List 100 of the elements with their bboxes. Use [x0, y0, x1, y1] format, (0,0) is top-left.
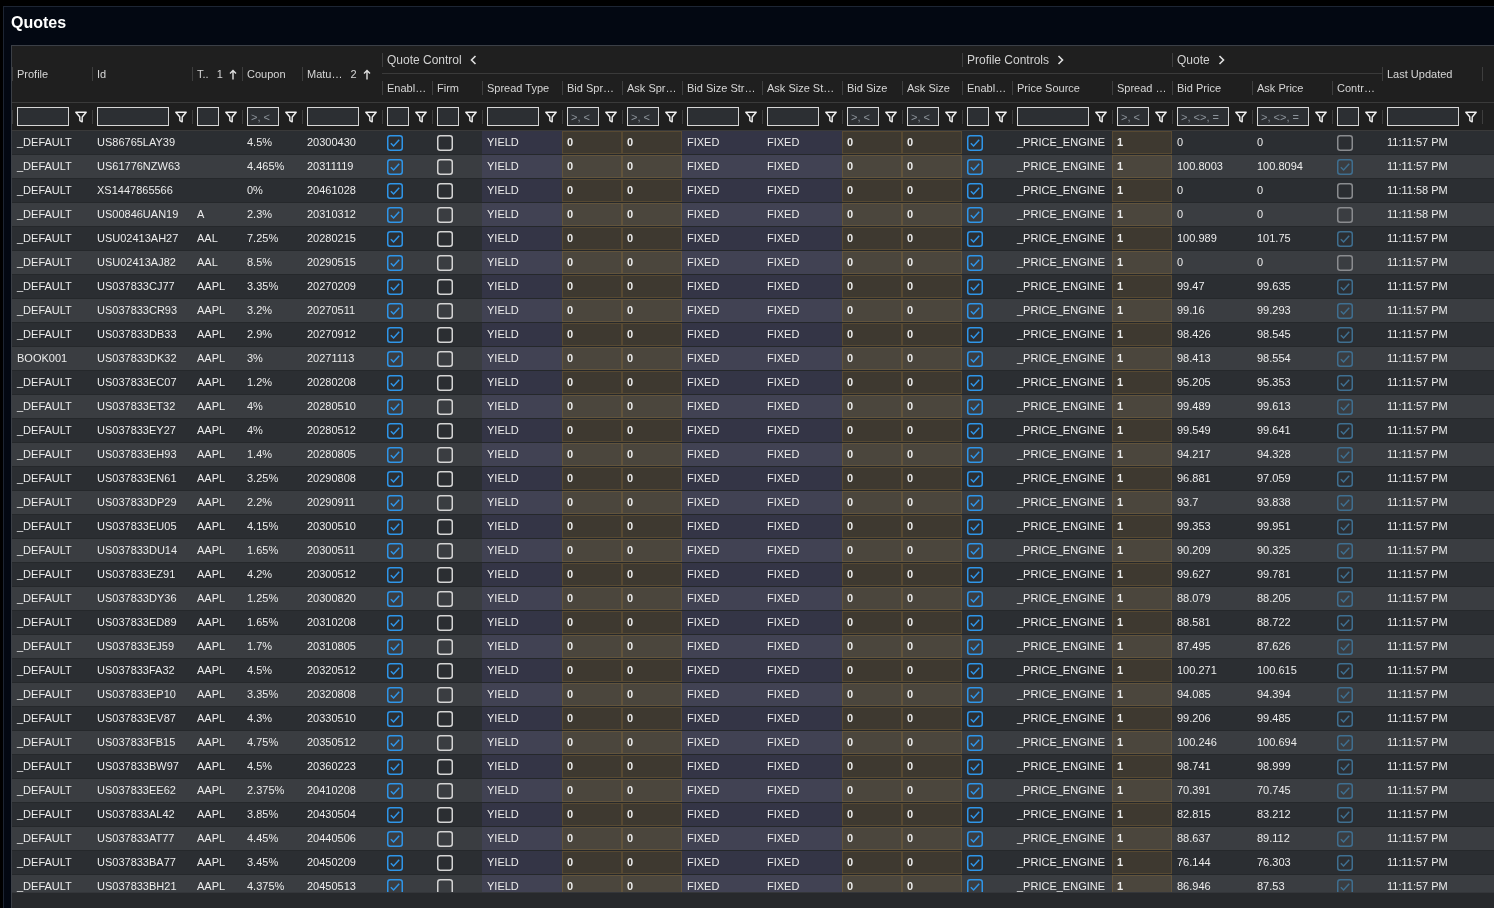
editable-cell[interactable]: YIELD	[482, 323, 562, 346]
editable-cell[interactable]: 0	[562, 611, 622, 634]
checkbox[interactable]	[967, 398, 983, 415]
editable-cell[interactable]: 0	[622, 731, 682, 754]
editable-cell[interactable]: 0	[842, 515, 902, 538]
checkbox[interactable]	[387, 854, 403, 871]
editable-cell[interactable]: FIXED	[762, 419, 842, 442]
filter-field[interactable]: >, <	[1117, 107, 1149, 126]
editable-cell[interactable]: YIELD	[482, 779, 562, 802]
editable-cell[interactable]: FIXED	[762, 803, 842, 826]
checkbox[interactable]	[967, 566, 983, 583]
editable-cell[interactable]: FIXED	[682, 203, 762, 226]
checkbox[interactable]	[967, 278, 983, 295]
editable-cell[interactable]: FIXED	[762, 563, 842, 586]
checkbox[interactable]	[437, 230, 453, 247]
checkbox[interactable]	[387, 758, 403, 775]
checkbox[interactable]	[967, 806, 983, 823]
editable-cell[interactable]: YIELD	[482, 875, 562, 892]
checkbox[interactable]	[387, 710, 403, 727]
editable-cell[interactable]: YIELD	[482, 683, 562, 706]
column-header[interactable]: Ask Size	[907, 79, 950, 97]
checkbox[interactable]	[437, 494, 453, 511]
editable-cell[interactable]: 0	[622, 875, 682, 892]
filter-field[interactable]: >, <	[907, 107, 939, 126]
editable-cell[interactable]: 0	[622, 755, 682, 778]
checkbox[interactable]	[967, 254, 983, 271]
editable-cell[interactable]: 0	[622, 395, 682, 418]
checkbox[interactable]	[437, 326, 453, 343]
checkbox[interactable]	[437, 374, 453, 391]
checkbox[interactable]	[437, 662, 453, 679]
editable-cell[interactable]: 1	[1112, 515, 1172, 538]
filter-icon[interactable]	[465, 110, 477, 123]
editable-cell[interactable]: 1	[1112, 827, 1172, 850]
editable-cell[interactable]: 0	[622, 851, 682, 874]
checkbox[interactable]	[967, 614, 983, 631]
table-row[interactable]: _DEFAULT US037833EV87 AAPL 4.3% 20330510 YIELD 0 0 FIXED FIXED 0 0 _PRICE_ENGINE 1 99.206 99.485 11:11:57 PM	[12, 707, 1494, 731]
filter-icon[interactable]	[225, 110, 237, 123]
editable-cell[interactable]: 0	[902, 251, 962, 274]
editable-cell[interactable]: 0	[562, 395, 622, 418]
editable-cell[interactable]: FIXED	[762, 467, 842, 490]
editable-cell[interactable]: 0	[842, 539, 902, 562]
table-row[interactable]: BOOK001 US037833DK32 AAPL 3% 20271113 YIELD 0 0 FIXED FIXED 0 0 _PRICE_ENGINE 1 98.413 98.554 11:11:57 PM	[12, 347, 1494, 371]
editable-cell[interactable]: 0	[842, 611, 902, 634]
checkbox[interactable]	[967, 182, 983, 199]
editable-cell[interactable]: YIELD	[482, 131, 562, 154]
table-row[interactable]: _DEFAULT US037833ET32 AAPL 4% 20280510 YIELD 0 0 FIXED FIXED 0 0 _PRICE_ENGINE 1 99.489 99.613 11:11:57 PM	[12, 395, 1494, 419]
editable-cell[interactable]: 1	[1112, 611, 1172, 634]
editable-cell[interactable]: 1	[1112, 227, 1172, 250]
filter-field[interactable]: >, <>, =	[1177, 107, 1229, 126]
editable-cell[interactable]: YIELD	[482, 755, 562, 778]
editable-cell[interactable]: 0	[562, 659, 622, 682]
editable-cell[interactable]: FIXED	[682, 659, 762, 682]
editable-cell[interactable]: YIELD	[482, 203, 562, 226]
checkbox[interactable]	[967, 758, 983, 775]
editable-cell[interactable]: 1	[1112, 731, 1172, 754]
editable-cell[interactable]: FIXED	[682, 371, 762, 394]
editable-cell[interactable]: 0	[842, 659, 902, 682]
filter-field[interactable]: >, <	[247, 107, 279, 126]
table-row[interactable]: _DEFAULT US037833FA32 AAPL 4.5% 20320512 YIELD 0 0 FIXED FIXED 0 0 _PRICE_ENGINE 1 100.271 100.615 11:11:57 PM	[12, 659, 1494, 683]
editable-cell[interactable]: FIXED	[682, 227, 762, 250]
checkbox[interactable]	[387, 374, 403, 391]
checkbox[interactable]	[387, 542, 403, 559]
editable-cell[interactable]: FIXED	[682, 419, 762, 442]
editable-cell[interactable]: 0	[622, 563, 682, 586]
editable-cell[interactable]: 1	[1112, 203, 1172, 226]
editable-cell[interactable]: 0	[902, 347, 962, 370]
editable-cell[interactable]: FIXED	[682, 395, 762, 418]
editable-cell[interactable]: FIXED	[762, 275, 842, 298]
checkbox[interactable]	[967, 686, 983, 703]
editable-cell[interactable]: 1	[1112, 323, 1172, 346]
column-header[interactable]: Bid Size	[847, 79, 888, 97]
editable-cell[interactable]: 0	[902, 611, 962, 634]
editable-cell[interactable]: 0	[902, 467, 962, 490]
filter-field[interactable]: >, <>, =	[1257, 107, 1309, 126]
editable-cell[interactable]: YIELD	[482, 419, 562, 442]
editable-cell[interactable]: FIXED	[682, 587, 762, 610]
table-row[interactable]: _DEFAULT USU02413AJ82 AAL 8.5% 20290515 YIELD 0 0 FIXED FIXED 0 0 _PRICE_ENGINE 1 0 0 11:11:57 PM	[12, 251, 1494, 275]
editable-cell[interactable]: 0	[902, 875, 962, 892]
checkbox[interactable]	[437, 566, 453, 583]
checkbox[interactable]	[387, 470, 403, 487]
checkbox[interactable]	[967, 638, 983, 655]
editable-cell[interactable]: 0	[842, 467, 902, 490]
filter-icon[interactable]	[415, 110, 427, 123]
table-row[interactable]: _DEFAULT US037833CR93 AAPL 3.2% 20270511 YIELD 0 0 FIXED FIXED 0 0 _PRICE_ENGINE 1 99.16 99.293 11:11:57 PM	[12, 299, 1494, 323]
table-row[interactable]: _DEFAULT US037833DP29 AAPL 2.2% 20290911 YIELD 0 0 FIXED FIXED 0 0 _PRICE_ENGINE 1 93.7 93.838 11:11:57 PM	[12, 491, 1494, 515]
filter-icon[interactable]	[1235, 110, 1247, 123]
editable-cell[interactable]: 0	[622, 707, 682, 730]
filter-icon[interactable]	[665, 110, 677, 123]
checkbox[interactable]	[967, 206, 983, 223]
editable-cell[interactable]: 0	[562, 539, 622, 562]
checkbox[interactable]	[387, 230, 403, 247]
checkbox[interactable]	[387, 254, 403, 271]
editable-cell[interactable]: 0	[622, 683, 682, 706]
checkbox[interactable]	[387, 830, 403, 847]
editable-cell[interactable]: 0	[562, 443, 622, 466]
editable-cell[interactable]: 0	[902, 179, 962, 202]
editable-cell[interactable]: YIELD	[482, 659, 562, 682]
editable-cell[interactable]: 0	[622, 371, 682, 394]
editable-cell[interactable]: 1	[1112, 419, 1172, 442]
table-row[interactable]: _DEFAULT US037833CJ77 AAPL 3.35% 20270209 YIELD 0 0 FIXED FIXED 0 0 _PRICE_ENGINE 1 99.47 99.635 11:11:57 PM	[12, 275, 1494, 299]
